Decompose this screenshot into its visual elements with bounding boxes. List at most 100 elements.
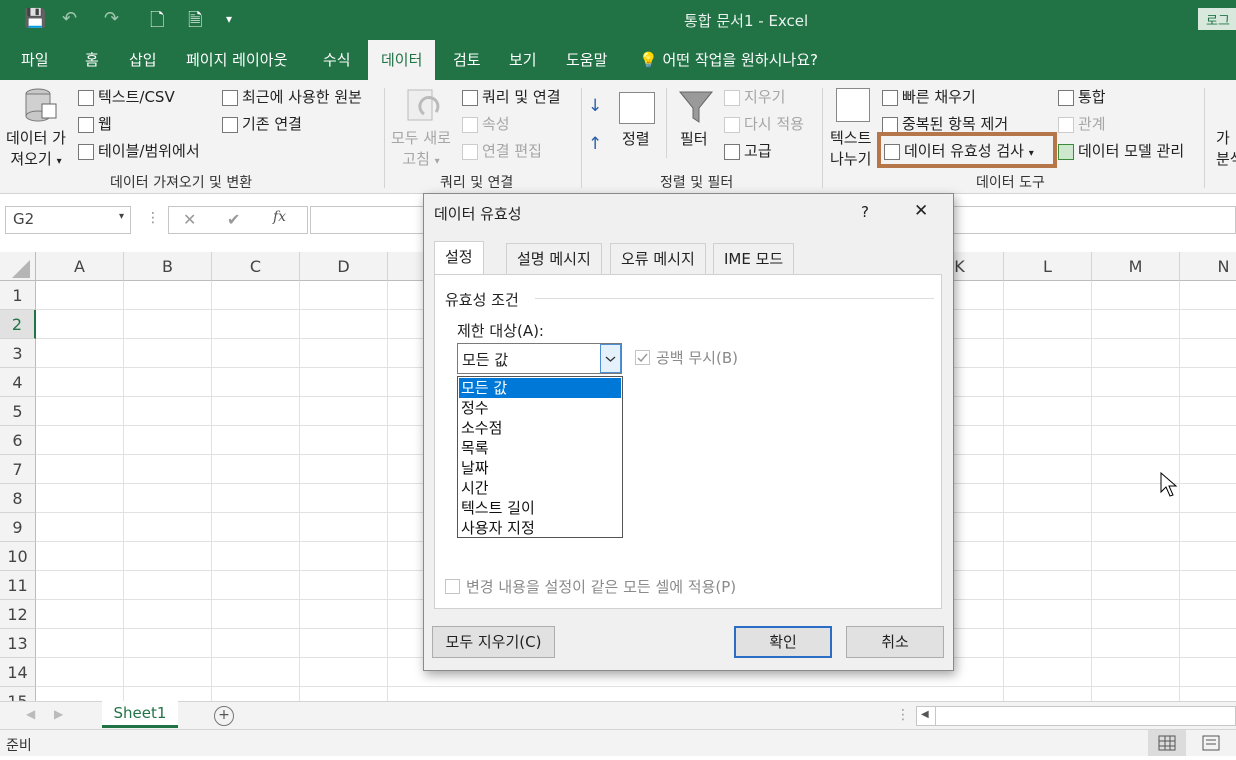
allow-select[interactable]: 모든 값 bbox=[457, 343, 622, 374]
whatif-button[interactable]: 가 분석 bbox=[1216, 128, 1236, 170]
undo-icon[interactable]: ↶ bbox=[62, 8, 77, 29]
tab-file[interactable]: 파일 bbox=[8, 40, 62, 80]
column-header[interactable]: M bbox=[1092, 252, 1180, 281]
sort-az-icon[interactable]: ↓ bbox=[588, 96, 602, 116]
prev-sheet-icon[interactable]: ◀ bbox=[26, 707, 35, 721]
column-header[interactable]: B bbox=[124, 252, 212, 281]
option-date[interactable]: 날짜 bbox=[459, 458, 621, 478]
option-any-value[interactable]: 모든 값 bbox=[458, 377, 622, 399]
ok-button[interactable]: 확인 bbox=[734, 626, 832, 658]
sort-za-icon[interactable]: ↑ bbox=[588, 134, 602, 154]
reapply-button[interactable]: 다시 적용 bbox=[724, 113, 804, 134]
row-header[interactable]: 4 bbox=[0, 368, 36, 397]
option-whole-number[interactable]: 정수 bbox=[459, 398, 621, 418]
horizontal-scrollbar[interactable]: ◀ bbox=[916, 706, 1236, 726]
row-header[interactable]: 6 bbox=[0, 426, 36, 455]
allow-select-value: 모든 값 bbox=[462, 351, 509, 369]
tab-data[interactable]: 데이터 bbox=[368, 40, 436, 80]
row-header[interactable]: 7 bbox=[0, 455, 36, 484]
cancel-button[interactable]: 취소 bbox=[846, 626, 944, 658]
text-to-columns-button[interactable]: 텍스트 나누기 bbox=[830, 128, 871, 170]
redo-icon[interactable]: ↷ bbox=[104, 8, 119, 29]
column-header[interactable]: L bbox=[1004, 252, 1092, 281]
flash-fill-button[interactable]: 빠른 채우기 bbox=[882, 86, 976, 107]
row-header[interactable]: 9 bbox=[0, 513, 36, 542]
name-box[interactable]: G2 ▾ bbox=[5, 206, 131, 234]
print-preview-icon[interactable]: 🗋 bbox=[150, 8, 164, 38]
option-decimal[interactable]: 소수점 bbox=[459, 418, 621, 438]
advanced-filter-button[interactable]: 고급 bbox=[724, 140, 772, 161]
row-header[interactable]: 8 bbox=[0, 484, 36, 513]
relationships-button[interactable]: 관계 bbox=[1058, 113, 1106, 134]
tab-settings[interactable]: 설정 bbox=[434, 241, 484, 275]
sort-button[interactable]: 정렬 bbox=[622, 128, 650, 149]
tab-error-alert[interactable]: 오류 메시지 bbox=[610, 243, 706, 275]
row-header[interactable]: 15 bbox=[0, 687, 36, 701]
page-layout-view-icon[interactable] bbox=[1196, 730, 1226, 756]
option-text-length[interactable]: 텍스트 길이 bbox=[459, 498, 621, 518]
chevron-down-icon[interactable] bbox=[600, 344, 621, 373]
tab-review[interactable]: 검토 bbox=[440, 40, 494, 80]
select-all-button[interactable] bbox=[0, 252, 36, 281]
filter-button[interactable]: 필터 bbox=[680, 128, 708, 149]
help-button[interactable]: ? bbox=[861, 203, 869, 221]
customize-qat-icon[interactable]: ▾ bbox=[226, 12, 232, 26]
cancel-icon[interactable]: ✕ bbox=[183, 210, 196, 229]
web-button[interactable]: 웹 bbox=[78, 113, 112, 134]
edit-links-button[interactable]: 연결 편집 bbox=[462, 140, 542, 161]
row-header[interactable]: 13 bbox=[0, 629, 36, 658]
consolidate-button[interactable]: 통합 bbox=[1058, 86, 1106, 107]
tab-insert[interactable]: 삽입 bbox=[116, 40, 170, 80]
clear-filter-button[interactable]: 지우기 bbox=[724, 86, 785, 107]
row-header[interactable]: 14 bbox=[0, 658, 36, 687]
tab-page-layout[interactable]: 페이지 레이아웃 bbox=[173, 40, 300, 80]
tab-input-message[interactable]: 설명 메시지 bbox=[506, 243, 602, 275]
check-icon[interactable]: ✔ bbox=[227, 210, 240, 229]
option-list[interactable]: 목록 bbox=[459, 438, 621, 458]
tab-formulas[interactable]: 수식 bbox=[310, 40, 364, 80]
option-time[interactable]: 시간 bbox=[459, 478, 621, 498]
row-header[interactable]: 1 bbox=[0, 281, 36, 310]
existing-connections-button[interactable]: 기존 연결 bbox=[222, 113, 302, 134]
column-header[interactable]: A bbox=[36, 252, 124, 281]
tab-ime-mode[interactable]: IME 모드 bbox=[713, 243, 795, 275]
tab-home[interactable]: 홈 bbox=[72, 40, 112, 80]
row-header[interactable]: 5 bbox=[0, 397, 36, 426]
ignore-blank-checkbox[interactable]: 공백 무시(B) bbox=[635, 347, 738, 368]
save-icon[interactable]: 💾 bbox=[24, 8, 46, 29]
tell-me-box[interactable]: 💡 어떤 작업을 원하시나요? bbox=[626, 40, 831, 80]
scroll-left-icon[interactable]: ◀ bbox=[921, 709, 929, 720]
queries-connections-button[interactable]: 쿼리 및 연결 bbox=[462, 86, 561, 107]
properties-icon bbox=[462, 116, 478, 133]
column-header[interactable]: D bbox=[300, 252, 388, 281]
option-custom[interactable]: 사용자 지정 bbox=[459, 518, 621, 538]
column-header[interactable]: C bbox=[212, 252, 300, 281]
login-button[interactable]: 로그 bbox=[1198, 8, 1236, 30]
row-header[interactable]: 10 bbox=[0, 542, 36, 571]
close-icon[interactable]: ✕ bbox=[914, 201, 928, 221]
row-header[interactable]: 12 bbox=[0, 600, 36, 629]
normal-view-icon[interactable] bbox=[1148, 730, 1186, 756]
tab-view[interactable]: 보기 bbox=[496, 40, 550, 80]
text-csv-button[interactable]: 텍스트/CSV bbox=[78, 86, 175, 107]
row-header[interactable]: 11 bbox=[0, 571, 36, 600]
get-data-button[interactable]: 데이터 가 져오기 ▾ bbox=[6, 128, 66, 172]
properties-button[interactable]: 속성 bbox=[462, 113, 510, 134]
row-header[interactable]: 3 bbox=[0, 339, 36, 368]
recent-sources-button[interactable]: 최근에 사용한 원본 bbox=[222, 86, 362, 107]
row-header[interactable]: 2 bbox=[0, 310, 36, 339]
column-header[interactable]: N bbox=[1180, 252, 1236, 281]
next-sheet-icon[interactable]: ▶ bbox=[54, 707, 63, 721]
apply-all-checkbox[interactable]: 변경 내용을 설정이 같은 모든 셀에 적용(P) bbox=[445, 576, 736, 597]
remove-duplicates-button[interactable]: 중복된 항목 제거 bbox=[882, 113, 1008, 134]
refresh-all-button[interactable]: 모두 새로 고침 ▾ bbox=[391, 128, 451, 172]
data-model-button[interactable]: 데이터 모델 관리 bbox=[1058, 140, 1184, 161]
insert-function-button[interactable]: fx bbox=[273, 209, 286, 225]
table-range-button[interactable]: 테이블/범위에서 bbox=[78, 140, 200, 161]
data-validation-button[interactable]: 데이터 유효성 검사 ▾ bbox=[884, 140, 1034, 161]
sheet-tab[interactable]: Sheet1 bbox=[102, 701, 178, 728]
tab-help[interactable]: 도움말 bbox=[553, 40, 620, 80]
new-document-icon[interactable]: 🗎 bbox=[188, 8, 202, 38]
clear-all-button[interactable]: 모두 지우기(C) bbox=[432, 626, 555, 658]
add-sheet-icon[interactable]: + bbox=[214, 706, 234, 726]
